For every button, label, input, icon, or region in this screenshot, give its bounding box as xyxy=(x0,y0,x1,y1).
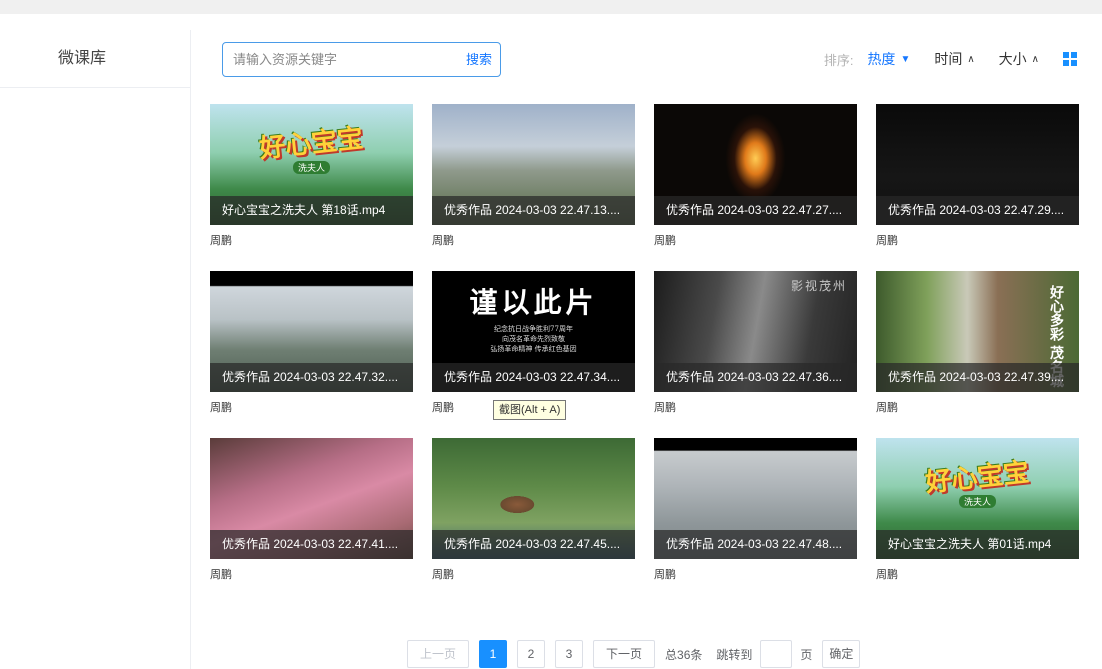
video-title: 优秀作品 2024-03-03 22.47.34.... xyxy=(432,363,635,392)
sort-controls: 排序: 热度 ▼ 时间 ∧ 大小 ∧ xyxy=(824,30,1077,88)
video-author: 周鹏 xyxy=(876,402,898,414)
video-card[interactable]: 优秀作品 2024-03-03 22.47.27.... 周鹏 xyxy=(654,104,857,248)
video-card[interactable]: 影视茂州 优秀作品 2024-03-03 22.47.36.... 周鹏 xyxy=(654,271,857,415)
video-title: 优秀作品 2024-03-03 22.47.41.... xyxy=(210,530,413,559)
search-box: 搜索 xyxy=(222,42,501,77)
video-title: 优秀作品 2024-03-03 22.47.36.... xyxy=(654,363,857,392)
video-card[interactable]: 优秀作品 2024-03-03 22.47.48.... 周鹏 xyxy=(654,438,857,582)
pagination: 上一页 1 2 3 下一页 总36条 跳转到 页 确定 xyxy=(407,640,861,668)
video-author: 周鹏 xyxy=(876,569,898,581)
main-panel: 搜索 排序: 热度 ▼ 时间 ∧ 大小 ∧ 好心宝宝 洗夫 xyxy=(190,30,1094,669)
video-author: 周鹏 xyxy=(432,569,454,581)
watermark-text: 影视茂州 xyxy=(790,279,847,293)
video-card[interactable]: 优秀作品 2024-03-03 22.47.13.... 周鹏 xyxy=(432,104,635,248)
video-title: 优秀作品 2024-03-03 22.47.39.... xyxy=(876,363,1079,392)
sort-by-time-label: 时间 xyxy=(934,51,963,67)
memorial-title: 谨以此片 xyxy=(469,285,598,319)
video-card[interactable]: 好心宝宝 洗夫人 好心宝宝之洗夫人 第01话.mp4 周鹏 xyxy=(876,438,1079,582)
video-title: 优秀作品 2024-03-03 22.47.27.... xyxy=(654,196,857,225)
sort-by-popularity[interactable]: 热度 ▼ xyxy=(867,49,910,69)
video-thumbnail[interactable]: 谨以此片 纪念抗日战争胜利77周年 向茂名革命先烈致敬 弘扬革命精神 传承红色基… xyxy=(432,271,635,392)
sort-by-time[interactable]: 时间 ∧ xyxy=(934,49,974,69)
cartoon-logo-subtitle: 洗夫人 xyxy=(958,494,996,508)
jump-page-input[interactable] xyxy=(760,640,793,668)
memorial-line: 向茂名革命先烈致敬 xyxy=(502,334,565,343)
memorial-line: 纪念抗日战争胜利77周年 xyxy=(494,324,573,333)
total-count: 总36条 xyxy=(665,647,703,662)
screenshot-tooltip: 截图(Alt + A) xyxy=(493,400,567,420)
video-title: 优秀作品 2024-03-03 22.47.32.... xyxy=(210,363,413,392)
video-thumbnail[interactable]: 优秀作品 2024-03-03 22.47.27.... xyxy=(654,104,857,225)
video-card[interactable]: 优秀作品 2024-03-03 22.47.41.... 周鹏 xyxy=(210,438,413,582)
search-button[interactable]: 搜索 xyxy=(466,43,492,76)
video-thumbnail[interactable]: 优秀作品 2024-03-03 22.47.41.... xyxy=(210,438,413,559)
sort-by-popularity-label: 热度 xyxy=(867,51,896,67)
video-author: 周鹏 xyxy=(654,235,676,247)
sidebar-item-micro-course-library[interactable]: 微课库 xyxy=(0,30,190,88)
video-thumbnail[interactable]: 优秀作品 2024-03-03 22.47.29.... xyxy=(876,104,1079,225)
sidebar: 微课库 xyxy=(0,30,190,669)
video-title: 优秀作品 2024-03-03 22.47.45.... xyxy=(432,530,635,559)
video-thumbnail[interactable]: 优秀作品 2024-03-03 22.47.13.... xyxy=(432,104,635,225)
top-strip xyxy=(0,0,1102,14)
video-author: 周鹏 xyxy=(876,235,898,247)
cartoon-logo: 好心宝宝 xyxy=(924,457,1032,498)
video-card[interactable]: 好心多彩 茂名城 优秀作品 2024-03-03 22.47.39.... 周鹏 xyxy=(876,271,1079,415)
video-title: 优秀作品 2024-03-03 22.47.48.... xyxy=(654,530,857,559)
page-unit-label: 页 xyxy=(800,647,813,662)
memorial-line: 弘扬革命精神 传承红色基因 xyxy=(490,344,577,353)
video-title: 好心宝宝之洗夫人 第01话.mp4 xyxy=(876,530,1079,559)
video-author: 周鹏 xyxy=(654,402,676,414)
page-1-button[interactable]: 1 xyxy=(479,640,508,668)
sort-by-size[interactable]: 大小 ∧ xyxy=(999,49,1039,69)
video-thumbnail[interactable]: 好心多彩 茂名城 优秀作品 2024-03-03 22.47.39.... xyxy=(876,271,1079,392)
sort-by-size-label: 大小 xyxy=(998,51,1027,67)
video-author: 周鹏 xyxy=(210,402,232,414)
cartoon-logo-subtitle: 洗夫人 xyxy=(292,160,330,174)
video-title: 优秀作品 2024-03-03 22.47.13.... xyxy=(432,196,635,225)
page-3-button[interactable]: 3 xyxy=(555,640,584,668)
video-title: 优秀作品 2024-03-03 22.47.29.... xyxy=(876,196,1079,225)
video-thumbnail[interactable]: 优秀作品 2024-03-03 22.47.32.... xyxy=(210,271,413,392)
video-card[interactable]: 优秀作品 2024-03-03 22.47.45.... 周鹏 xyxy=(432,438,635,582)
jump-label: 跳转到 xyxy=(716,647,753,662)
video-card[interactable]: 好心宝宝 洗夫人 好心宝宝之洗夫人 第18话.mp4 周鹏 xyxy=(210,104,413,248)
video-card[interactable]: 优秀作品 2024-03-03 22.47.32.... 周鹏 xyxy=(210,271,413,415)
video-author: 周鹏 xyxy=(210,569,232,581)
video-author: 周鹏 xyxy=(654,569,676,581)
video-thumbnail[interactable]: 影视茂州 优秀作品 2024-03-03 22.47.36.... xyxy=(654,271,857,392)
toolbar: 搜索 排序: 热度 ▼ 时间 ∧ 大小 ∧ xyxy=(191,30,1095,88)
prev-page-button[interactable]: 上一页 xyxy=(407,640,470,668)
video-title: 好心宝宝之洗夫人 第18话.mp4 xyxy=(210,196,413,225)
cartoon-logo: 好心宝宝 xyxy=(258,123,366,164)
video-card[interactable]: 优秀作品 2024-03-03 22.47.29.... 周鹏 xyxy=(876,104,1079,248)
search-input[interactable] xyxy=(233,43,453,76)
video-thumbnail[interactable]: 优秀作品 2024-03-03 22.47.48.... xyxy=(654,438,857,559)
video-thumbnail[interactable]: 优秀作品 2024-03-03 22.47.45.... xyxy=(432,438,635,559)
chevron-down-icon: ▼ xyxy=(900,53,911,65)
video-thumbnail[interactable]: 好心宝宝 洗夫人 好心宝宝之洗夫人 第18话.mp4 xyxy=(210,104,413,225)
video-card[interactable]: 谨以此片 纪念抗日战争胜利77周年 向茂名革命先烈致敬 弘扬革命精神 传承红色基… xyxy=(432,271,635,415)
jump-confirm-button[interactable]: 确定 xyxy=(822,640,861,668)
video-author: 周鹏 xyxy=(210,235,232,247)
next-page-button[interactable]: 下一页 xyxy=(593,640,656,668)
sort-label: 排序: xyxy=(823,52,854,68)
video-thumbnail[interactable]: 好心宝宝 洗夫人 好心宝宝之洗夫人 第01话.mp4 xyxy=(876,438,1079,559)
grid-view-icon[interactable] xyxy=(1063,52,1077,66)
video-author: 周鹏 xyxy=(432,235,454,247)
chevron-up-icon: ∧ xyxy=(1031,53,1039,65)
chevron-up-icon: ∧ xyxy=(967,53,975,65)
page-2-button[interactable]: 2 xyxy=(517,640,546,668)
